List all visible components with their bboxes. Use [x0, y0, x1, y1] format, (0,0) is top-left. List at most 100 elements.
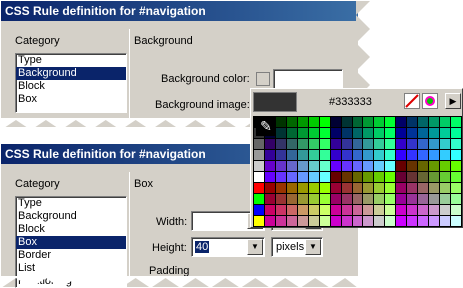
color-swatch[interactable] — [396, 183, 407, 193]
color-swatch[interactable] — [374, 216, 385, 226]
color-swatch[interactable] — [275, 139, 286, 149]
color-swatch[interactable] — [451, 194, 461, 204]
color-swatch[interactable] — [407, 117, 418, 127]
color-swatch[interactable] — [396, 194, 407, 204]
color-swatch[interactable] — [451, 139, 461, 149]
color-swatch[interactable] — [275, 172, 286, 182]
color-swatch[interactable] — [352, 183, 363, 193]
system-color-picker-icon[interactable] — [422, 93, 438, 109]
color-swatch[interactable] — [429, 183, 440, 193]
color-swatch[interactable] — [363, 117, 374, 127]
color-swatch[interactable] — [319, 205, 330, 215]
color-swatch[interactable] — [254, 183, 264, 193]
color-swatch[interactable] — [440, 183, 451, 193]
color-swatch[interactable] — [385, 128, 396, 138]
color-swatch[interactable] — [363, 205, 374, 215]
color-swatch[interactable] — [330, 161, 341, 171]
color-swatch[interactable] — [275, 194, 286, 204]
color-swatch[interactable] — [407, 183, 418, 193]
color-swatch[interactable] — [396, 216, 407, 226]
color-swatch[interactable] — [254, 150, 264, 160]
color-swatch[interactable] — [286, 128, 297, 138]
color-swatch[interactable] — [319, 183, 330, 193]
category-item-box[interactable]: Box — [16, 93, 126, 106]
color-swatch[interactable] — [429, 161, 440, 171]
color-swatch[interactable] — [297, 150, 308, 160]
color-swatch[interactable] — [352, 117, 363, 127]
color-swatch[interactable] — [429, 139, 440, 149]
color-swatch[interactable] — [396, 139, 407, 149]
color-swatch[interactable] — [286, 194, 297, 204]
color-swatch[interactable] — [286, 205, 297, 215]
color-swatch[interactable] — [308, 128, 319, 138]
color-swatch[interactable] — [418, 183, 429, 193]
color-swatch[interactable] — [396, 205, 407, 215]
color-swatch[interactable] — [396, 150, 407, 160]
color-swatch[interactable] — [286, 216, 297, 226]
color-swatch[interactable] — [254, 216, 264, 226]
color-swatch[interactable] — [396, 128, 407, 138]
color-swatch[interactable] — [407, 150, 418, 160]
color-swatch[interactable] — [418, 205, 429, 215]
color-swatch[interactable] — [440, 150, 451, 160]
category-item-list[interactable]: List — [16, 262, 126, 275]
color-swatch[interactable] — [418, 128, 429, 138]
color-swatch[interactable] — [330, 172, 341, 182]
color-swatch[interactable] — [254, 194, 264, 204]
color-swatch[interactable] — [363, 128, 374, 138]
color-swatch[interactable] — [440, 128, 451, 138]
color-swatch[interactable] — [275, 117, 286, 127]
color-swatch[interactable] — [385, 205, 396, 215]
color-swatch[interactable] — [418, 117, 429, 127]
color-swatch[interactable] — [418, 216, 429, 226]
menu-arrow-icon[interactable]: ▶ — [445, 93, 461, 109]
background-color-input[interactable] — [273, 69, 343, 89]
color-swatch[interactable] — [341, 216, 352, 226]
color-swatch[interactable] — [275, 216, 286, 226]
color-swatch[interactable] — [264, 194, 275, 204]
color-swatch[interactable] — [429, 216, 440, 226]
color-swatch[interactable] — [254, 205, 264, 215]
color-swatch[interactable] — [319, 117, 330, 127]
color-swatch[interactable] — [374, 194, 385, 204]
color-swatch[interactable] — [385, 194, 396, 204]
color-swatch[interactable] — [429, 117, 440, 127]
color-swatch[interactable] — [440, 139, 451, 149]
color-swatch[interactable] — [396, 161, 407, 171]
color-swatch[interactable] — [297, 117, 308, 127]
color-swatch[interactable] — [385, 183, 396, 193]
color-swatch[interactable] — [363, 216, 374, 226]
color-swatch[interactable] — [297, 161, 308, 171]
color-swatch[interactable] — [286, 172, 297, 182]
color-swatch[interactable] — [308, 150, 319, 160]
color-swatch[interactable] — [374, 139, 385, 149]
color-swatch[interactable] — [319, 150, 330, 160]
color-swatch[interactable] — [407, 216, 418, 226]
color-swatch[interactable] — [363, 172, 374, 182]
category-item-block[interactable]: Block — [16, 223, 126, 236]
color-swatch[interactable] — [396, 117, 407, 127]
color-swatch[interactable] — [385, 139, 396, 149]
color-swatch[interactable] — [286, 161, 297, 171]
color-swatch[interactable] — [385, 216, 396, 226]
color-swatch[interactable] — [363, 183, 374, 193]
color-swatch[interactable] — [341, 183, 352, 193]
color-swatch[interactable] — [363, 161, 374, 171]
color-swatch[interactable] — [407, 128, 418, 138]
color-swatch[interactable] — [286, 150, 297, 160]
color-swatch[interactable] — [363, 139, 374, 149]
color-swatch[interactable] — [254, 172, 264, 182]
color-swatch[interactable] — [254, 161, 264, 171]
color-swatch[interactable] — [308, 216, 319, 226]
color-swatch[interactable] — [297, 216, 308, 226]
color-swatch[interactable] — [418, 172, 429, 182]
color-swatch[interactable] — [396, 172, 407, 182]
color-swatch[interactable] — [286, 117, 297, 127]
color-swatch[interactable] — [440, 161, 451, 171]
color-swatch[interactable] — [330, 117, 341, 127]
color-swatch[interactable] — [264, 216, 275, 226]
color-swatch[interactable] — [308, 161, 319, 171]
color-swatch[interactable] — [330, 216, 341, 226]
color-swatch[interactable] — [330, 183, 341, 193]
color-swatch[interactable] — [297, 194, 308, 204]
